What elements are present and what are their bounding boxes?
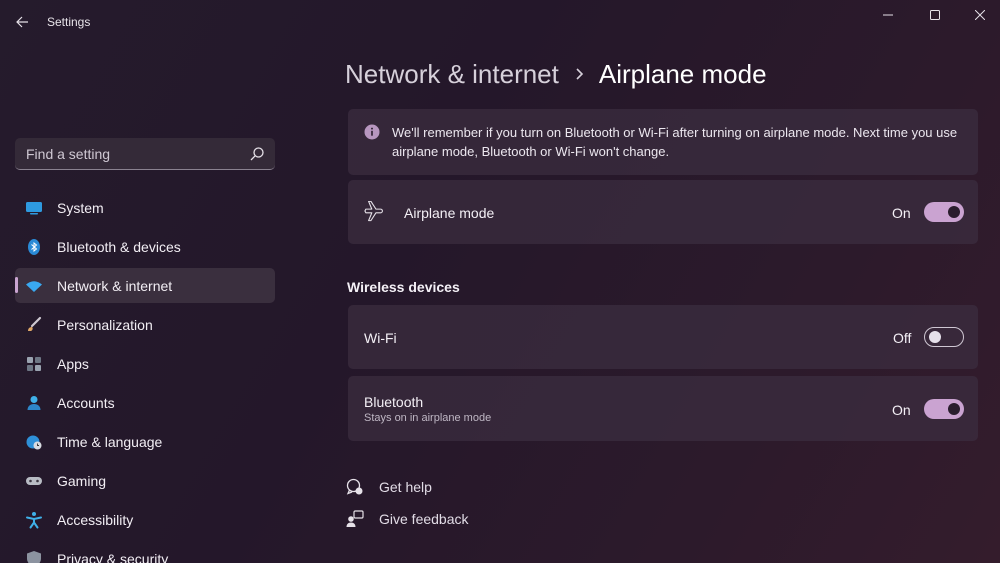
airplane-mode-setting: Airplane mode On	[348, 180, 978, 244]
sidebar-item-network[interactable]: Network & internet	[15, 268, 275, 303]
shield-icon	[27, 551, 41, 563]
sidebar-item-label: Accounts	[57, 395, 115, 411]
airplane-icon	[364, 201, 383, 222]
get-help-label: Get help	[379, 479, 432, 495]
back-arrow-icon	[16, 16, 28, 28]
gamepad-icon	[26, 477, 42, 485]
close-icon	[975, 10, 985, 20]
title-bar: Settings	[0, 0, 1000, 44]
wifi-icon	[26, 281, 42, 292]
section-title-wireless: Wireless devices	[347, 279, 460, 295]
maximize-button[interactable]	[912, 0, 958, 30]
feedback-icon	[346, 510, 364, 527]
back-button[interactable]	[8, 8, 36, 36]
sidebar-nav: System Bluetooth & devices Network & int…	[15, 190, 275, 563]
give-feedback-label: Give feedback	[379, 511, 469, 527]
accessibility-icon	[26, 512, 42, 529]
wifi-setting: Wi-Fi Off	[348, 305, 978, 369]
sidebar-item-label: Bluetooth & devices	[57, 239, 181, 255]
wifi-state: Off	[893, 330, 912, 346]
breadcrumb: Network & internet Airplane mode	[345, 56, 767, 92]
airplane-mode-toggle[interactable]	[924, 202, 964, 222]
toggle-knob	[929, 331, 941, 343]
close-button[interactable]	[957, 0, 1000, 30]
sidebar-item-label: Personalization	[57, 317, 153, 333]
search-input[interactable]	[26, 145, 246, 163]
airplane-mode-state: On	[892, 205, 911, 221]
monitor-icon	[26, 202, 42, 215]
chevron-right-icon	[576, 68, 584, 80]
globe-clock-icon	[26, 435, 42, 450]
toggle-knob	[948, 206, 960, 218]
bluetooth-icon	[28, 239, 40, 255]
toggle-knob	[948, 403, 960, 415]
bluetooth-toggle[interactable]	[924, 399, 964, 419]
sidebar-item-time-language[interactable]: Time & language	[15, 424, 275, 459]
sidebar-item-accessibility[interactable]: Accessibility	[15, 502, 275, 537]
search-icon	[250, 147, 264, 161]
person-icon	[27, 396, 41, 410]
sidebar-item-system[interactable]: System	[15, 190, 275, 225]
sidebar-item-label: System	[57, 200, 104, 216]
wifi-toggle[interactable]	[924, 327, 964, 347]
minimize-button[interactable]	[865, 0, 911, 30]
get-help-link[interactable]: Get help	[346, 476, 432, 498]
wifi-label: Wi-Fi	[364, 330, 397, 346]
app-title: Settings	[47, 15, 91, 29]
sidebar-item-bluetooth[interactable]: Bluetooth & devices	[15, 229, 275, 264]
sidebar-item-label: Accessibility	[57, 512, 134, 528]
sidebar-item-privacy[interactable]: Privacy & security	[15, 541, 275, 563]
sidebar-item-label: Gaming	[57, 473, 107, 489]
search-box[interactable]	[15, 138, 275, 170]
airplane-mode-label: Airplane mode	[404, 205, 495, 221]
bluetooth-setting: Bluetooth Stays on in airplane mode On	[348, 376, 978, 441]
sidebar-item-label: Time & language	[57, 434, 163, 450]
page-title: Airplane mode	[598, 58, 767, 89]
sidebar-item-personalization[interactable]: Personalization	[15, 307, 275, 342]
breadcrumb-parent[interactable]: Network & internet	[345, 59, 559, 90]
sidebar-item-label: Apps	[57, 356, 89, 372]
info-icon	[364, 124, 380, 140]
bluetooth-label: Bluetooth	[364, 394, 424, 410]
info-message: We'll remember if you turn on Bluetooth …	[392, 125, 958, 159]
sidebar-item-label: Network & internet	[57, 278, 173, 294]
apps-icon	[27, 357, 41, 371]
sidebar-item-accounts[interactable]: Accounts	[15, 385, 275, 420]
help-chat-icon	[346, 478, 363, 495]
maximize-icon	[930, 10, 940, 20]
sidebar-item-label: Privacy & security	[57, 551, 169, 563]
sidebar-item-gaming[interactable]: Gaming	[15, 463, 275, 498]
sidebar-item-apps[interactable]: Apps	[15, 346, 275, 381]
bluetooth-sublabel: Stays on in airplane mode	[364, 412, 492, 424]
bluetooth-state: On	[892, 402, 911, 418]
minimize-icon	[883, 14, 893, 16]
give-feedback-link[interactable]: Give feedback	[346, 508, 469, 530]
brush-icon	[28, 316, 42, 331]
info-card: We'll remember if you turn on Bluetooth …	[348, 109, 978, 175]
